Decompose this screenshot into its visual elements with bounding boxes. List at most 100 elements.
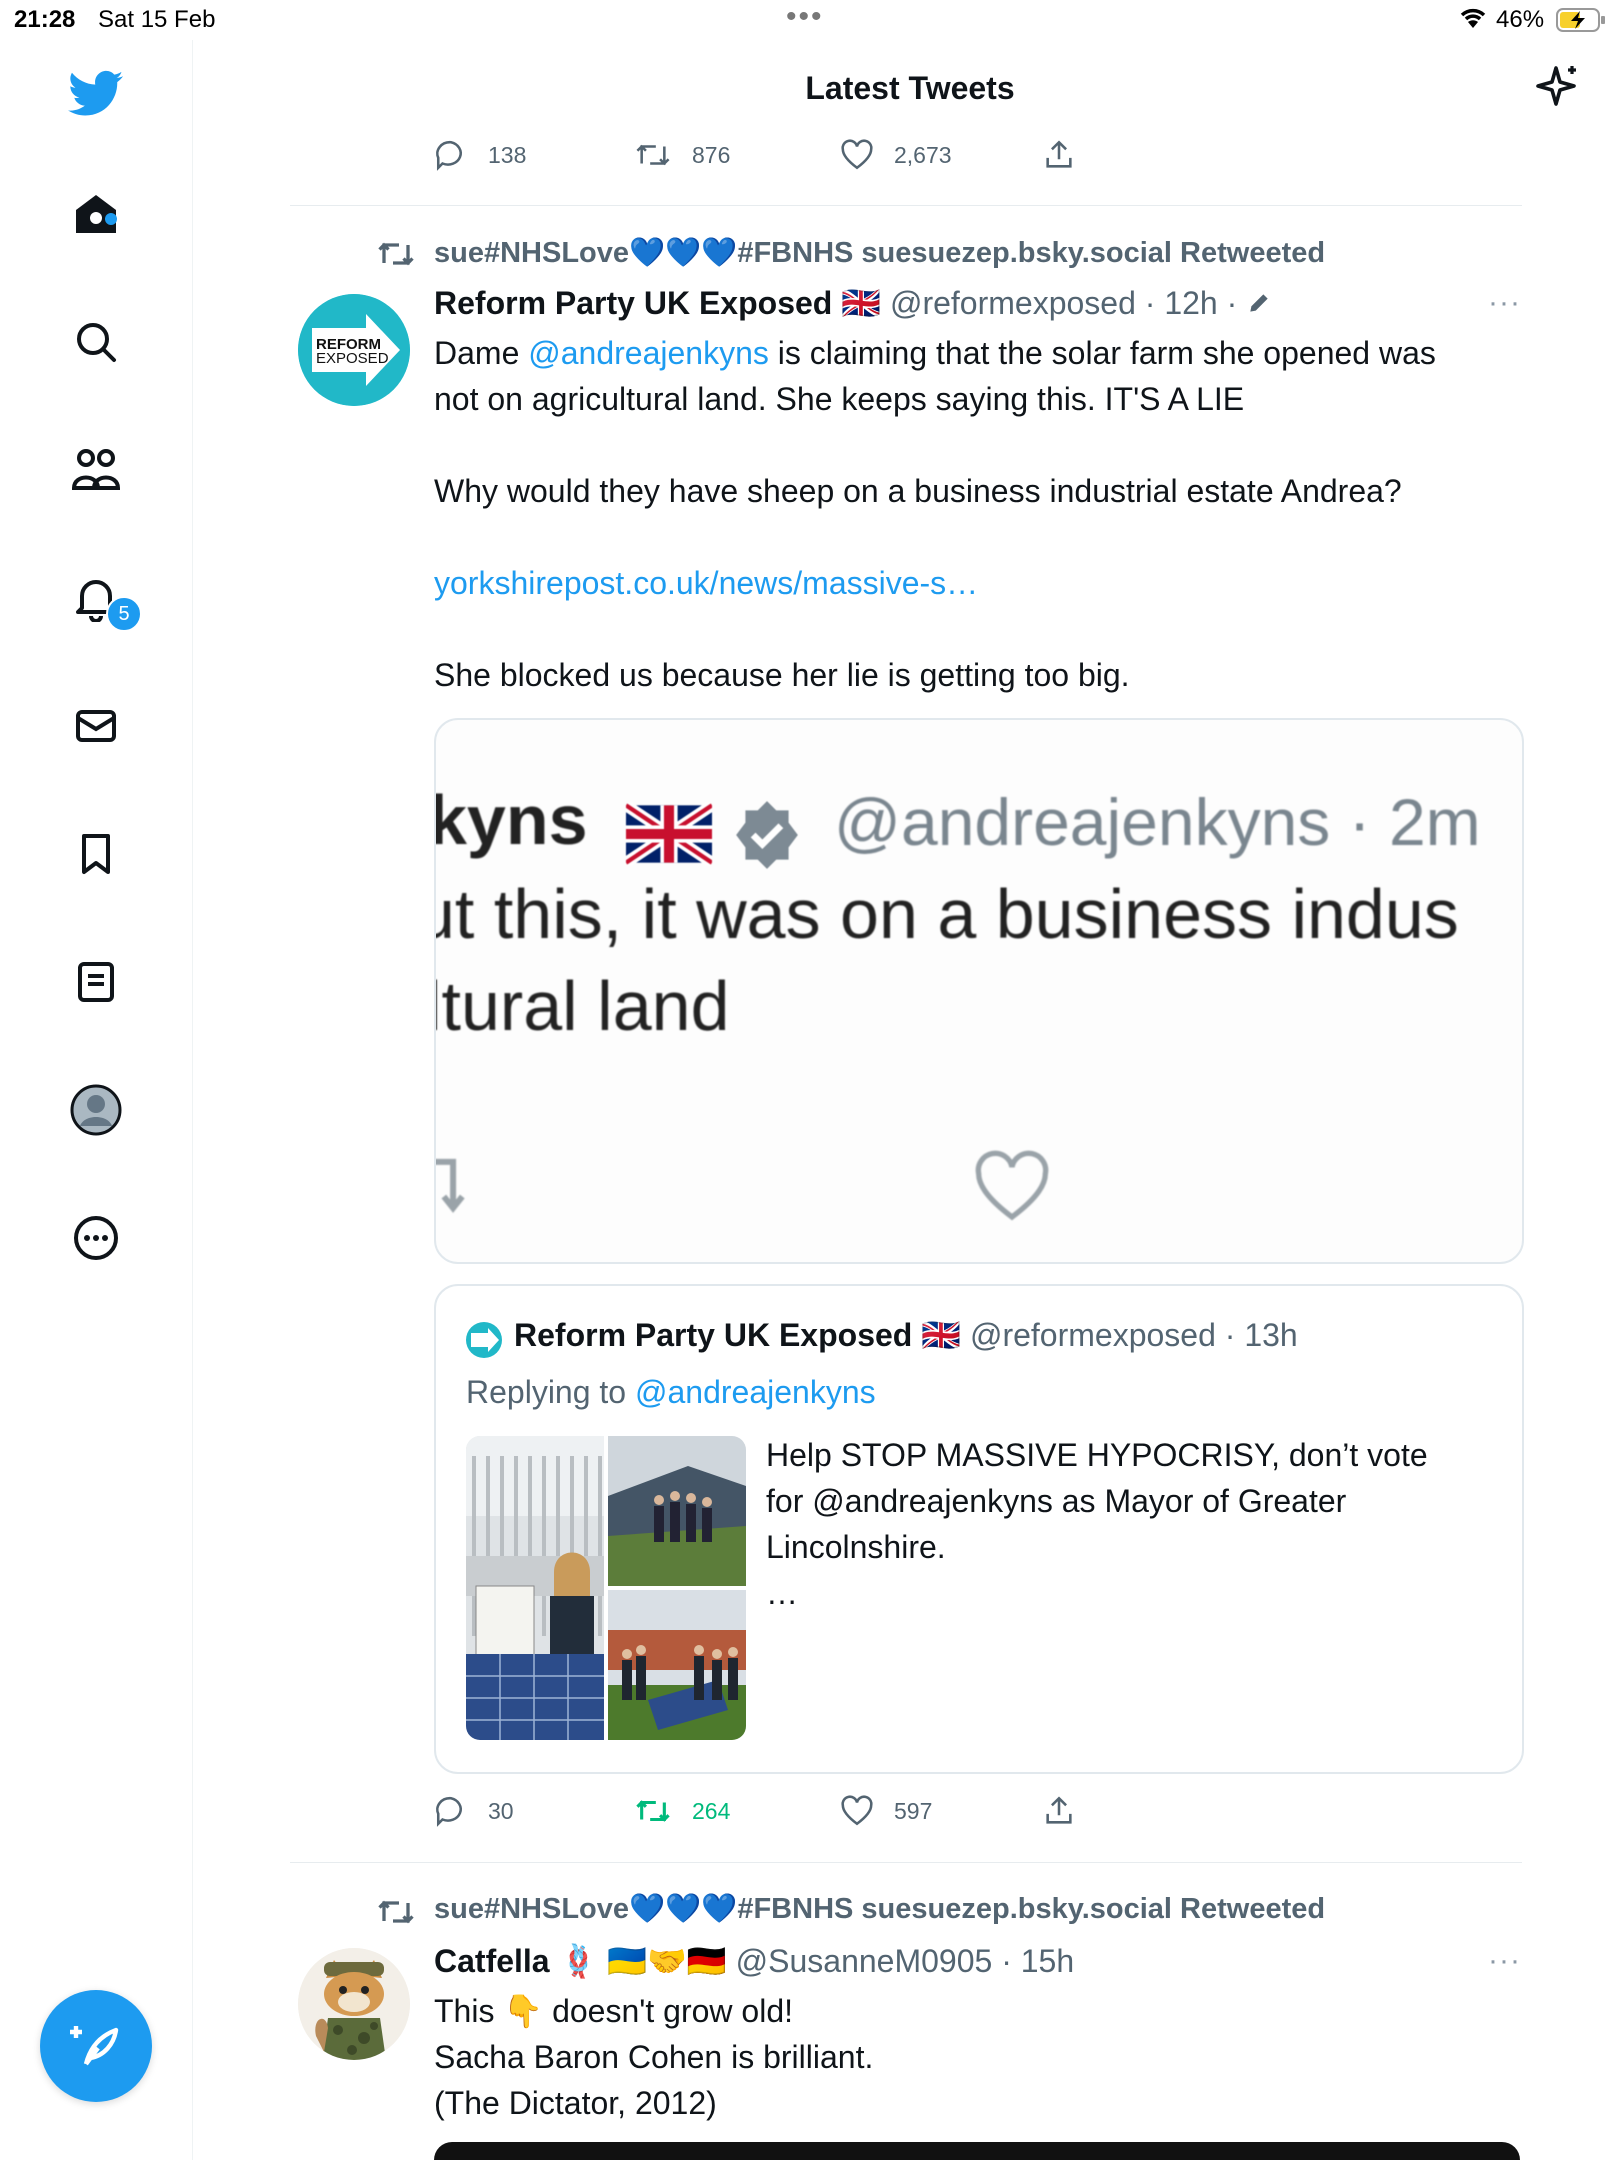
status-time: 21:28 bbox=[14, 6, 76, 33]
reply-icon bbox=[436, 1796, 462, 1827]
quote-text-line1: Help STOP MASSIVE HYPOCRISY, don’t vote bbox=[766, 1437, 1428, 1473]
heart-icon bbox=[841, 139, 873, 170]
communities-icon[interactable] bbox=[66, 440, 126, 500]
author-meta[interactable]: @reformexposed · 12h · bbox=[890, 285, 1237, 321]
like-count: 2,673 bbox=[894, 141, 952, 168]
media-text-handle: @andreajenkyns · 2m bbox=[834, 785, 1481, 859]
wifi-icon bbox=[1458, 4, 1488, 37]
retweeted-by-label[interactable]: sue#NHSLove💙💙💙#FBNHS suesuezep.bsky.soci… bbox=[434, 1892, 1325, 1926]
share-action[interactable] bbox=[1042, 1794, 1096, 1828]
media-heart-icon bbox=[972, 1150, 1052, 1229]
mention-link[interactable]: @andreajenkyns bbox=[528, 335, 769, 371]
replying-to-line: Replying to @andreajenkyns bbox=[466, 1374, 876, 1411]
compose-tweet-button[interactable] bbox=[40, 1990, 152, 2102]
media-retweet-icon bbox=[436, 1150, 490, 1225]
text-para4: She blocked us because her lie is gettin… bbox=[434, 657, 1130, 693]
retweeted-by-label[interactable]: sue#NHSLove💙💙💙#FBNHS suesuezep.bsky.soci… bbox=[434, 236, 1325, 270]
quote-flag-emoji: 🇬🇧 bbox=[921, 1317, 962, 1353]
author-emojis: 🪢 🇺🇦🤝🇩🇪 bbox=[558, 1943, 727, 1979]
battery-percent: 46% bbox=[1496, 6, 1545, 33]
text-line3: (The Dictator, 2012) bbox=[434, 2085, 717, 2121]
sidebar-nav: 5 bbox=[0, 40, 193, 2160]
retweet-icon bbox=[636, 1800, 670, 1822]
text-para2: Why would they have sheep on a business … bbox=[434, 473, 1402, 509]
retweeted-icon bbox=[376, 1894, 416, 1935]
replying-handle[interactable]: @andreajenkyns bbox=[635, 1374, 876, 1410]
share-action[interactable] bbox=[1042, 138, 1096, 172]
text-line2: Sacha Baron Cohen is brilliant. bbox=[434, 2039, 874, 2075]
retweet-action[interactable]: 876 bbox=[634, 138, 730, 172]
text-prefix: Dame bbox=[434, 335, 529, 371]
tweet-media-video-preview[interactable] bbox=[434, 2142, 1520, 2160]
tweet-author-line: Catfella 🪢 🇺🇦🤝🇩🇪 @SusanneM0905 · 15h bbox=[434, 1942, 1074, 1980]
avatar-text-line2: EXPOSED bbox=[316, 350, 389, 367]
retweet-count: 876 bbox=[692, 141, 731, 168]
reply-action[interactable]: 138 bbox=[434, 138, 526, 172]
author-meta[interactable]: @SusanneM0905 · 15h bbox=[736, 1943, 1074, 1979]
tweet-text: This 👇 doesn't grow old! Sacha Baron Coh… bbox=[434, 1988, 1514, 2126]
media-text-name: kyns bbox=[434, 781, 588, 859]
tweet-media-image[interactable]: kyns @andreajenkyns · 2m ut this, it was… bbox=[434, 718, 1524, 1264]
media-text-line3: ltural land bbox=[434, 967, 730, 1045]
status-date: Sat 15 Feb bbox=[98, 6, 216, 33]
status-bar: 21:28 Sat 15 Feb ••• 46% bbox=[0, 0, 1620, 40]
retweet-count: 264 bbox=[692, 1797, 731, 1824]
quote-text: Help STOP MASSIVE HYPOCRISY, don’t vote … bbox=[766, 1432, 1496, 1616]
bookmarks-icon[interactable] bbox=[66, 824, 126, 884]
text-line1-b: doesn't grow old! bbox=[543, 1993, 793, 2029]
flag-emoji: 🇬🇧 bbox=[841, 285, 882, 321]
more-menu-icon[interactable]: ··· bbox=[1488, 1944, 1521, 1978]
sparkle-icon[interactable] bbox=[1534, 62, 1582, 115]
share-icon bbox=[1046, 1796, 1072, 1824]
reply-action[interactable]: 30 bbox=[434, 1794, 514, 1828]
reply-count: 30 bbox=[488, 1797, 514, 1824]
quoted-tweet-card[interactable]: Reform Party UK Exposed 🇬🇧 @reformexpose… bbox=[434, 1284, 1524, 1774]
quote-photo-2[interactable] bbox=[608, 1436, 746, 1586]
like-count: 597 bbox=[894, 1797, 933, 1824]
lists-icon[interactable] bbox=[66, 952, 126, 1012]
retweet-action[interactable]: 264 bbox=[634, 1794, 730, 1828]
search-icon[interactable] bbox=[66, 312, 126, 372]
quote-photo-1[interactable] bbox=[466, 1436, 604, 1740]
reply-icon bbox=[436, 140, 462, 171]
like-action[interactable]: 2,673 bbox=[840, 138, 952, 172]
multitasking-dots-icon[interactable]: ••• bbox=[786, 0, 824, 34]
quote-avatar bbox=[466, 1322, 502, 1358]
home-icon[interactable] bbox=[66, 184, 126, 244]
profile-avatar-icon[interactable] bbox=[66, 1080, 126, 1140]
reply-count: 138 bbox=[488, 141, 527, 168]
home-new-dot bbox=[105, 213, 117, 225]
battery-icon bbox=[1556, 8, 1606, 32]
quote-photo-3[interactable] bbox=[608, 1590, 746, 1740]
quote-text-ellipsis: … bbox=[766, 1575, 798, 1611]
notifications-count-badge: 5 bbox=[106, 596, 142, 632]
retweet-icon bbox=[636, 144, 670, 166]
twitter-logo-icon[interactable] bbox=[66, 64, 126, 124]
quote-text-line2: for @andreajenkyns as Mayor of Greater bbox=[766, 1483, 1347, 1519]
messages-icon[interactable] bbox=[66, 696, 126, 756]
edited-pencil-icon bbox=[1250, 294, 1268, 312]
more-menu-icon[interactable]: ··· bbox=[1488, 286, 1521, 320]
feather-plus-icon bbox=[70, 2026, 119, 2066]
author-name[interactable]: Catfella bbox=[434, 1943, 550, 1979]
article-link[interactable]: yorkshirepost.co.uk/news/massive-s… bbox=[434, 560, 1514, 606]
quote-author-line: Reform Party UK Exposed 🇬🇧 @reformexpose… bbox=[514, 1316, 1298, 1354]
media-text-line2: ut this, it was on a business indus bbox=[434, 875, 1459, 953]
more-options-icon[interactable] bbox=[66, 1208, 126, 1268]
verified-badge-icon bbox=[730, 798, 804, 877]
text-line2: not on agricultural land. She keeps sayi… bbox=[434, 381, 1245, 417]
like-action[interactable]: 597 bbox=[840, 1794, 932, 1828]
quote-meta: @reformexposed · 13h bbox=[969, 1317, 1298, 1353]
avatar[interactable]: REFORM EXPOSED bbox=[298, 294, 410, 406]
share-icon bbox=[1046, 140, 1072, 168]
text-line1-rest: is claiming that the solar farm she open… bbox=[768, 335, 1436, 371]
avatar-text: REFORM EXPOSED bbox=[316, 337, 389, 367]
tweet-text: Dame @andreajenkyns is claiming that the… bbox=[434, 330, 1514, 698]
avatar[interactable] bbox=[298, 1948, 410, 2060]
tweet-author-line: Reform Party UK Exposed 🇬🇧 @reformexpose… bbox=[434, 284, 1272, 322]
quote-text-line3: Lincolnshire. bbox=[766, 1529, 946, 1565]
text-line1-a: This bbox=[434, 1993, 504, 2029]
retweeted-icon bbox=[376, 236, 416, 277]
heart-icon bbox=[841, 1795, 873, 1826]
author-name[interactable]: Reform Party UK Exposed bbox=[434, 285, 832, 321]
